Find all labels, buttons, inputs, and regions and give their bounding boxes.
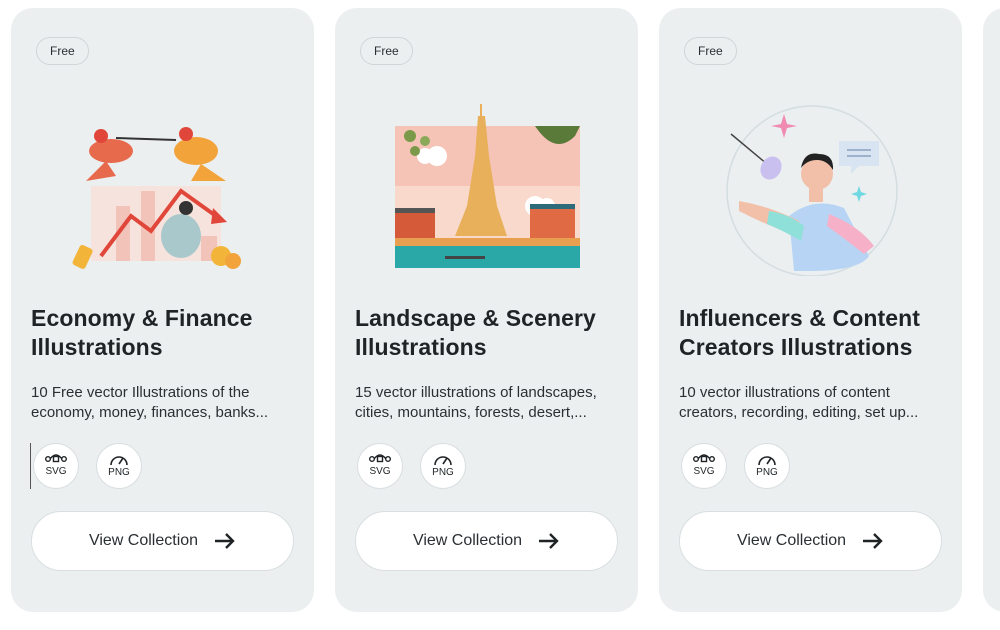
card-title: Influencers & Content Creators Illustrat… bbox=[679, 305, 921, 360]
arrow-right-icon bbox=[539, 533, 559, 549]
svg-format-badge[interactable]: SVG bbox=[681, 443, 727, 489]
gauge-icon bbox=[758, 456, 776, 466]
gauge-icon bbox=[110, 456, 128, 466]
card-title: Landscape & Scenery Illustrations bbox=[355, 305, 596, 360]
card-title: Economy & Finance Illustrations bbox=[31, 305, 253, 360]
card-description: 10 vector illustrations of content creat… bbox=[679, 384, 919, 421]
view-collection-button[interactable]: View Collection bbox=[355, 511, 618, 571]
svg-format-badge[interactable]: SVG bbox=[357, 443, 403, 489]
collection-card-partial[interactable] bbox=[983, 8, 1000, 612]
png-format-badge[interactable]: PNG bbox=[420, 443, 466, 489]
free-badge: Free bbox=[684, 37, 737, 65]
arrow-right-icon bbox=[863, 533, 883, 549]
collection-card-influencers[interactable]: Free Influencers & Content Creators Illu… bbox=[659, 8, 962, 612]
card-description: 15 vector illustrations of landscapes, c… bbox=[355, 384, 597, 421]
arrow-right-icon bbox=[215, 533, 235, 549]
view-collection-button[interactable]: View Collection bbox=[31, 511, 294, 571]
free-badge: Free bbox=[36, 37, 89, 65]
png-format-badge[interactable]: PNG bbox=[96, 443, 142, 489]
economy-finance-illustration bbox=[72, 127, 241, 269]
view-collection-button[interactable]: View Collection bbox=[679, 511, 942, 571]
collections-carousel: Free Economy & Finance Illustrations 10 … bbox=[0, 0, 1000, 630]
collection-card-economy[interactable]: Free Economy & Finance Illustrations 10 … bbox=[11, 8, 314, 612]
free-badge: Free bbox=[360, 37, 413, 65]
png-format-badge[interactable]: PNG bbox=[744, 443, 790, 489]
svg-format-badge[interactable]: SVG bbox=[33, 443, 79, 489]
vector-path-icon bbox=[369, 454, 391, 463]
gauge-icon bbox=[434, 456, 452, 466]
vector-path-icon bbox=[693, 454, 715, 463]
paris-landscape-illustration bbox=[395, 104, 580, 268]
vector-path-icon bbox=[45, 454, 67, 463]
content-creator-illustration bbox=[726, 105, 898, 276]
card-description: 10 Free vector Illustrations of the econ… bbox=[31, 384, 269, 421]
collection-card-landscape[interactable]: Free Landscape & Scenery Illustrations 1… bbox=[335, 8, 638, 612]
text-caret bbox=[30, 443, 31, 489]
